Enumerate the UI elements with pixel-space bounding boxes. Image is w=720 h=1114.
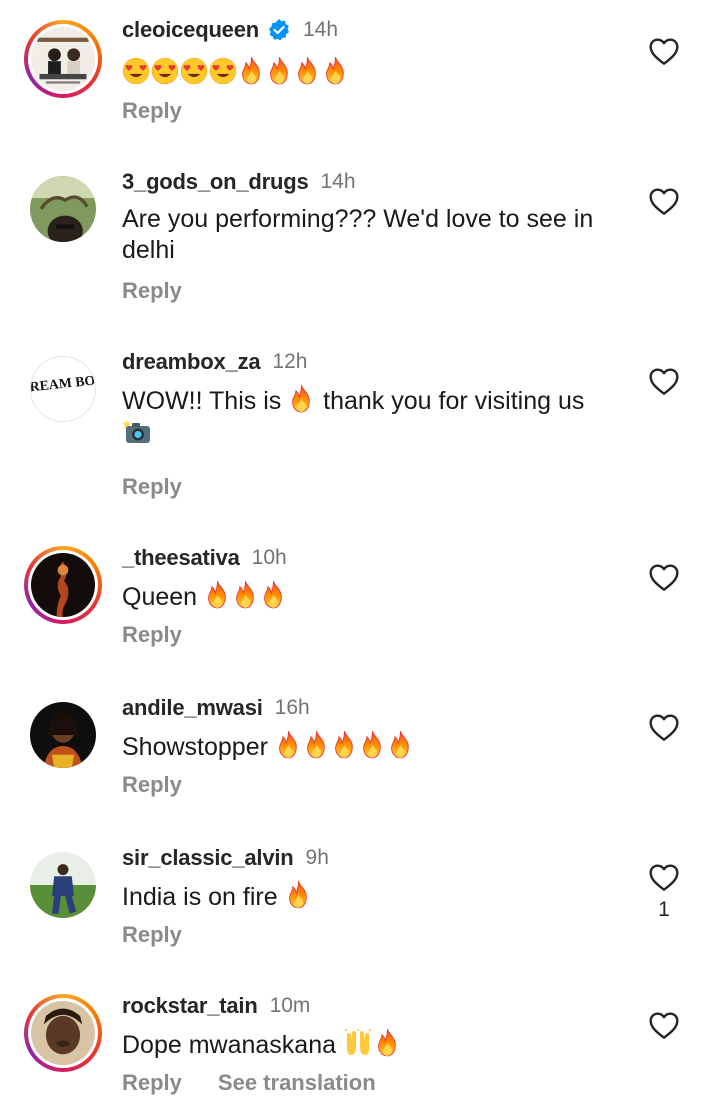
fire-emoji-icon bbox=[322, 56, 349, 85]
reply-button[interactable]: Reply bbox=[122, 278, 182, 304]
timestamp: 16h bbox=[274, 696, 310, 719]
heart-outline-icon[interactable] bbox=[648, 862, 680, 892]
heart-outline-icon[interactable] bbox=[648, 186, 680, 216]
avatar[interactable] bbox=[24, 170, 102, 248]
timestamp: 9h bbox=[305, 846, 329, 869]
verified-badge-icon bbox=[269, 19, 289, 41]
reply-button[interactable]: Reply bbox=[122, 772, 182, 798]
comment-text: WOW!! This is thank you for visiting us bbox=[122, 384, 642, 449]
reply-button[interactable]: Reply bbox=[122, 922, 182, 948]
avatar[interactable] bbox=[24, 20, 102, 98]
fire-emoji-icon bbox=[260, 580, 287, 609]
username[interactable]: _theesativa bbox=[122, 545, 240, 571]
heart-outline-icon[interactable] bbox=[648, 366, 680, 396]
fire-emoji-icon bbox=[288, 384, 315, 413]
heart-eyes-emoji-icon bbox=[209, 57, 237, 85]
fire-emoji-icon bbox=[238, 56, 265, 85]
reply-button[interactable]: Reply bbox=[122, 98, 182, 124]
fire-emoji-icon bbox=[285, 880, 312, 909]
reply-button[interactable]: Reply bbox=[122, 474, 182, 500]
fire-emoji-icon bbox=[266, 56, 293, 85]
fire-emoji-icon bbox=[303, 730, 330, 759]
avatar[interactable] bbox=[24, 696, 102, 774]
comment-text-part: Queen bbox=[122, 583, 205, 611]
fire-emoji-icon bbox=[275, 730, 302, 759]
username[interactable]: cleoicequeen bbox=[122, 17, 259, 43]
fire-emoji-icon bbox=[204, 580, 231, 609]
fire-emoji-icon bbox=[331, 730, 358, 759]
heart-eyes-emoji-icon bbox=[151, 57, 179, 85]
heart-outline-icon[interactable] bbox=[648, 1010, 680, 1040]
comment-text bbox=[122, 56, 622, 89]
comment-text: India is on fire bbox=[122, 880, 622, 913]
avatar[interactable] bbox=[24, 546, 102, 624]
comment-text-part: Showstopper bbox=[122, 733, 275, 761]
comment-text: Dope mwanaskana bbox=[122, 1028, 622, 1061]
timestamp: 12h bbox=[272, 350, 308, 373]
fire-emoji-icon bbox=[232, 580, 259, 609]
fire-emoji-icon bbox=[387, 730, 414, 759]
username[interactable]: 3_gods_on_drugs bbox=[122, 169, 309, 195]
comment-text: Are you performing??? We'd love to see i… bbox=[122, 205, 594, 264]
heart-outline-icon[interactable] bbox=[648, 712, 680, 742]
raising-hands-emoji-icon bbox=[344, 1029, 372, 1055]
avatar[interactable] bbox=[24, 846, 102, 924]
avatar[interactable]: DREAM BOX bbox=[24, 350, 102, 428]
reply-button[interactable]: Reply bbox=[122, 622, 182, 648]
comment-text-part: WOW!! This is bbox=[122, 387, 289, 415]
timestamp: 14h bbox=[303, 18, 339, 41]
heart-outline-icon[interactable] bbox=[648, 36, 680, 66]
username[interactable]: rockstar_tain bbox=[122, 993, 258, 1019]
see-translation-button[interactable]: See translation bbox=[218, 1070, 376, 1096]
timestamp: 10h bbox=[251, 546, 287, 569]
comment-text-part: India is on fire bbox=[122, 883, 285, 911]
heart-eyes-emoji-icon bbox=[180, 57, 208, 85]
reply-button[interactable]: Reply bbox=[122, 1070, 182, 1096]
fire-emoji-icon bbox=[294, 56, 321, 85]
comment-text: Queen bbox=[122, 580, 622, 613]
comment-text: Showstopper bbox=[122, 730, 622, 763]
username[interactable]: andile_mwasi bbox=[122, 695, 263, 721]
like-count: 1 bbox=[658, 898, 670, 921]
username[interactable]: sir_classic_alvin bbox=[122, 845, 294, 871]
timestamp: 14h bbox=[320, 170, 356, 193]
username[interactable]: dreambox_za bbox=[122, 349, 261, 375]
fire-emoji-icon bbox=[359, 730, 386, 759]
comment-text-part: thank you for visiting us bbox=[316, 387, 585, 415]
heart-eyes-emoji-icon bbox=[122, 57, 150, 85]
avatar[interactable] bbox=[24, 994, 102, 1072]
camera-flash-emoji-icon bbox=[122, 419, 150, 443]
timestamp: 10m bbox=[269, 994, 311, 1017]
fire-emoji-icon bbox=[374, 1028, 401, 1057]
comment-text-part: Dope mwanaskana bbox=[122, 1031, 343, 1059]
heart-outline-icon[interactable] bbox=[648, 562, 680, 592]
